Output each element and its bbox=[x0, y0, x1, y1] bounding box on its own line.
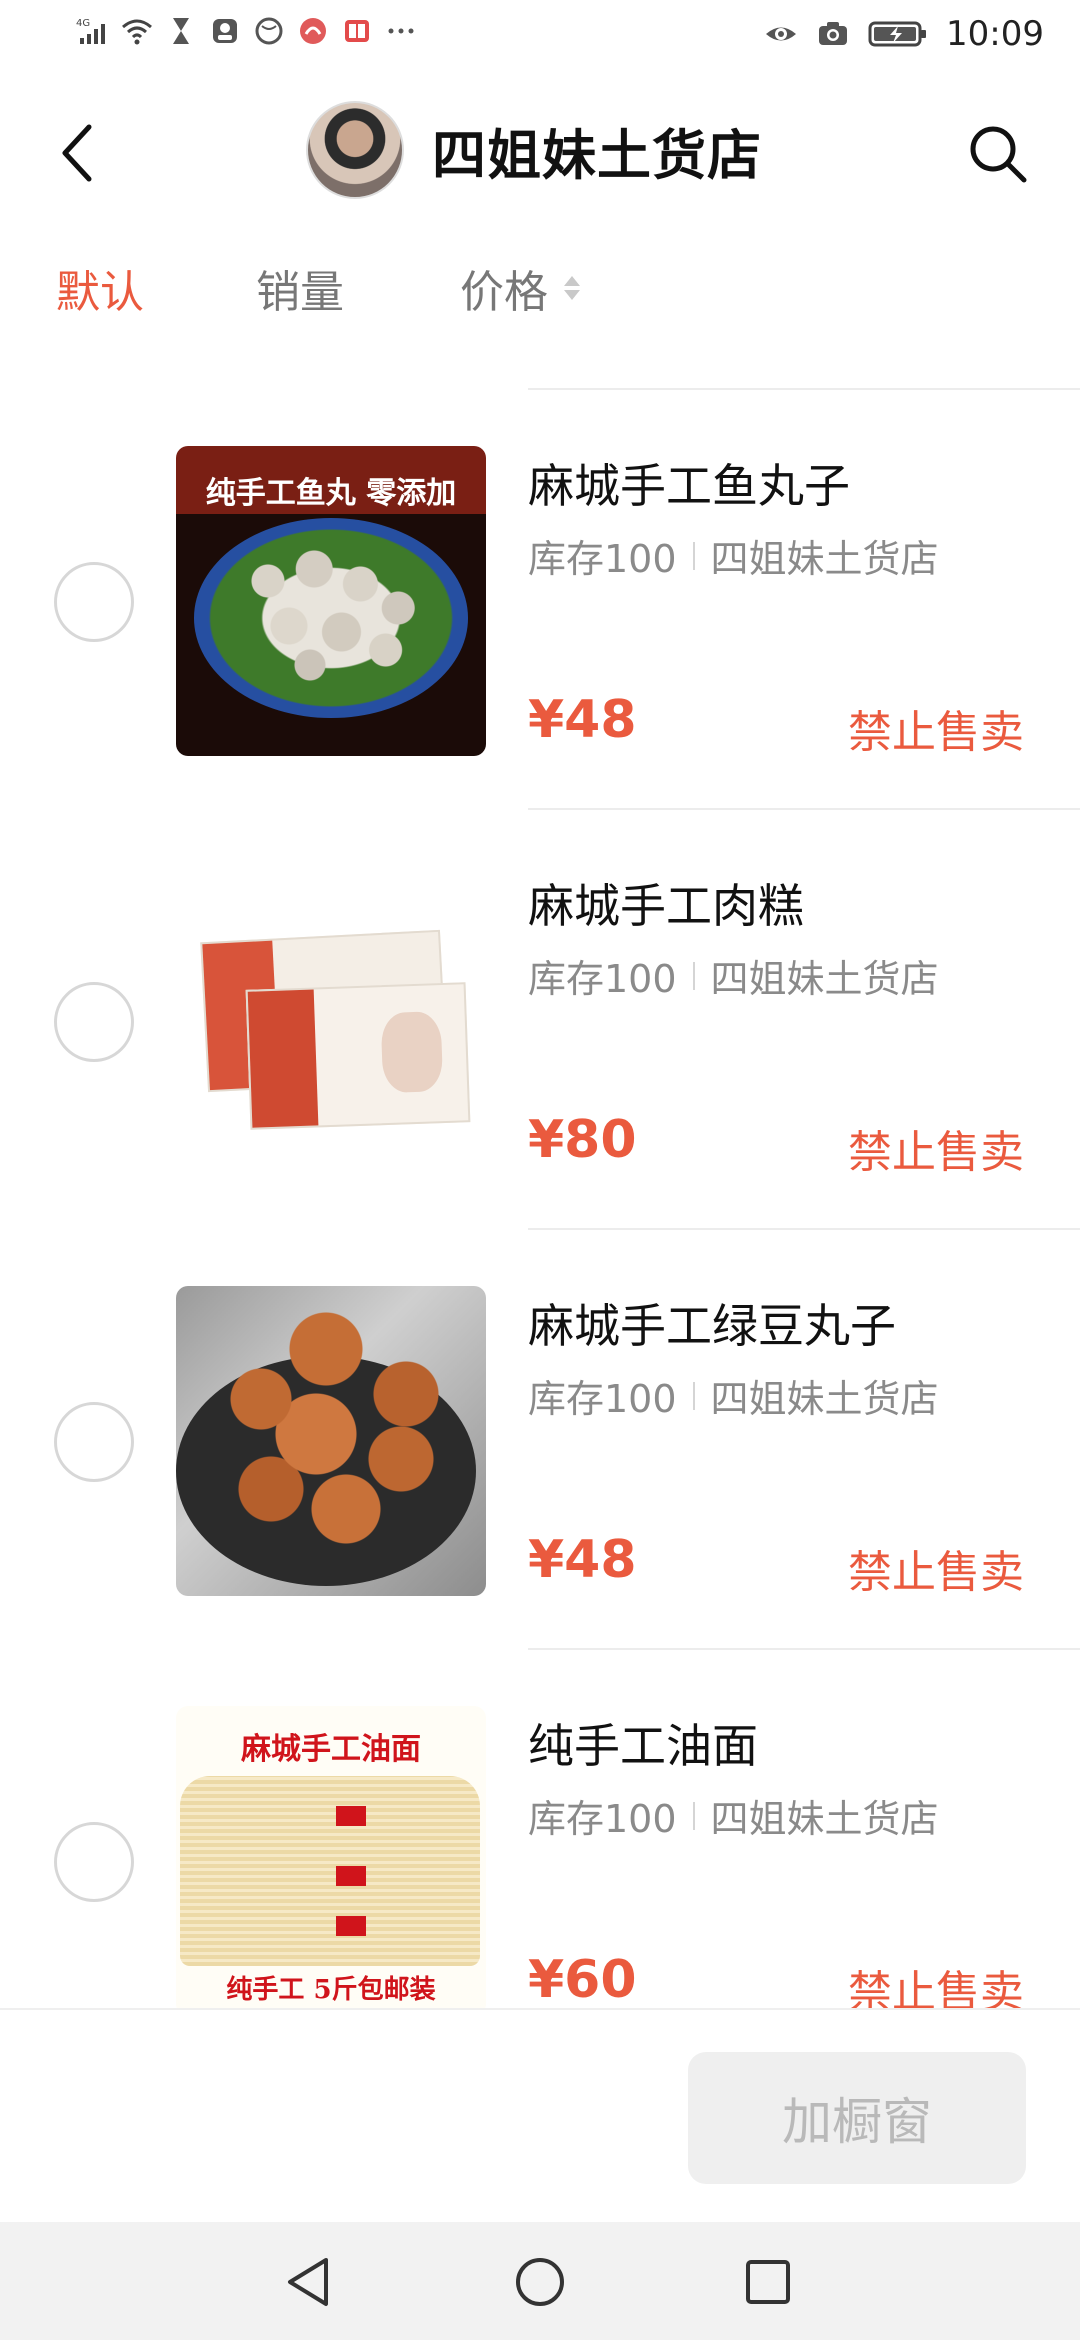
product-store: 四姐妹土货店 bbox=[710, 1377, 939, 1421]
signal-4g-icon: 4G bbox=[76, 14, 110, 48]
list-item[interactable]: 纯手工鱼丸 零添加 麻城手工鱼丸子 库存100 四姐妹土货店 ¥48 禁止售卖 bbox=[0, 390, 1080, 808]
select-radio[interactable] bbox=[54, 1822, 134, 1902]
camera-icon bbox=[816, 17, 850, 51]
account-icon bbox=[208, 14, 242, 48]
list-item[interactable]: 麻城手工肉糕 库存100 四姐妹土货店 ¥80 禁止售卖 bbox=[0, 810, 1080, 1228]
product-price: ¥80 bbox=[528, 1110, 637, 1170]
forbid-sale-button[interactable]: 禁止售卖 bbox=[848, 1116, 1024, 1180]
store-header[interactable]: 四姐妹土货店 bbox=[306, 100, 762, 200]
tab-sales[interactable]: 销量 bbox=[256, 256, 344, 320]
add-to-window-button[interactable]: 加橱窗 bbox=[688, 2052, 1026, 2184]
status-left-icons: 4G bbox=[76, 14, 418, 48]
product-price: ¥48 bbox=[528, 690, 637, 750]
product-stock: 库存100 bbox=[528, 1797, 677, 1841]
product-store: 四姐妹土货店 bbox=[710, 1797, 939, 1841]
app-red-icon bbox=[296, 14, 330, 48]
back-button[interactable] bbox=[50, 118, 104, 188]
wifi-icon bbox=[120, 14, 154, 48]
product-name[interactable]: 纯手工油面 bbox=[528, 1710, 758, 1776]
product-stock: 库存100 bbox=[528, 1377, 677, 1421]
store-title: 四姐妹土货店 bbox=[432, 123, 762, 187]
square-recent-icon bbox=[746, 2260, 790, 2304]
globe-icon bbox=[252, 14, 286, 48]
more-icon bbox=[384, 14, 418, 48]
product-name[interactable]: 麻城手工鱼丸子 bbox=[528, 450, 850, 516]
eye-icon bbox=[764, 17, 798, 51]
product-price: ¥60 bbox=[528, 1950, 637, 2008]
header: 四姐妹土货店 bbox=[0, 80, 1080, 220]
meta-divider bbox=[692, 1381, 695, 1410]
forbid-sale-button[interactable]: 禁止售卖 bbox=[848, 1956, 1024, 2008]
system-nav-bar bbox=[0, 2222, 1080, 2340]
book-icon bbox=[340, 14, 374, 48]
forbid-sale-button[interactable]: 禁止售卖 bbox=[848, 696, 1024, 760]
nav-recent-button[interactable] bbox=[738, 2252, 798, 2312]
hourglass-icon bbox=[164, 14, 198, 48]
chevron-left-icon bbox=[62, 124, 92, 182]
tab-price[interactable]: 价格 bbox=[460, 256, 580, 320]
search-button[interactable] bbox=[960, 116, 1036, 192]
product-store: 四姐妹土货店 bbox=[710, 957, 939, 1001]
select-radio[interactable] bbox=[54, 1402, 134, 1482]
forbid-sale-button[interactable]: 禁止售卖 bbox=[848, 1536, 1024, 1600]
product-name[interactable]: 麻城手工肉糕 bbox=[528, 870, 804, 936]
tab-default[interactable]: 默认 bbox=[56, 256, 144, 320]
product-image[interactable] bbox=[176, 1286, 486, 1596]
nav-back-button[interactable] bbox=[280, 2252, 340, 2312]
select-radio[interactable] bbox=[54, 562, 134, 642]
product-name[interactable]: 麻城手工绿豆丸子 bbox=[528, 1290, 896, 1356]
bottom-action-bar: 加橱窗 bbox=[0, 2008, 1080, 2222]
search-icon bbox=[970, 126, 1027, 183]
product-store: 四姐妹土货店 bbox=[710, 537, 939, 581]
status-time: 10:09 bbox=[946, 14, 1044, 54]
product-meta: 库存100 四姐妹土货店 bbox=[528, 1368, 939, 1423]
tab-price-label: 价格 bbox=[460, 267, 548, 318]
product-image[interactable]: 纯手工鱼丸 零添加 bbox=[176, 446, 486, 756]
product-price: ¥48 bbox=[528, 1530, 637, 1590]
product-image-subtext: 纯手工 5斤包邮装 bbox=[226, 1975, 436, 2005]
svg-text:4G: 4G bbox=[76, 18, 90, 29]
sort-arrows-icon bbox=[564, 276, 580, 300]
product-image-text: 麻城手工油面 bbox=[241, 1732, 421, 1767]
meta-divider bbox=[692, 541, 695, 570]
meta-divider bbox=[692, 1801, 695, 1830]
triangle-back-icon bbox=[288, 2258, 328, 2306]
product-meta: 库存100 四姐妹土货店 bbox=[528, 1788, 939, 1843]
product-meta: 库存100 四姐妹土货店 bbox=[528, 528, 939, 583]
product-stock: 库存100 bbox=[528, 957, 677, 1001]
status-right-icons: 10:09 bbox=[764, 14, 1044, 54]
avatar[interactable] bbox=[306, 101, 404, 199]
product-list[interactable]: 纯手工鱼丸 零添加 麻城手工鱼丸子 库存100 四姐妹土货店 ¥48 禁止售卖 … bbox=[0, 388, 1080, 2008]
list-item[interactable]: 麻城手工油面 纯手工 5斤包邮装 纯手工油面 库存100 四姐妹土货店 ¥60 … bbox=[0, 1650, 1080, 2008]
sort-tabs: 默认 销量 价格 bbox=[0, 250, 1080, 330]
nav-home-button[interactable] bbox=[510, 2252, 570, 2312]
product-image-text: 纯手工鱼丸 零添加 bbox=[205, 476, 457, 511]
battery-icon bbox=[868, 17, 928, 51]
product-meta: 库存100 四姐妹土货店 bbox=[528, 948, 939, 1003]
circle-home-icon bbox=[516, 2258, 564, 2306]
page: 4G 10:09 四姐妹土货店 默认 销量 价格 纯手工鱼丸 零添加 麻城手工鱼… bbox=[0, 0, 1080, 2340]
status-bar: 4G 10:09 bbox=[0, 0, 1080, 72]
product-stock: 库存100 bbox=[528, 537, 677, 581]
product-image[interactable]: 麻城手工油面 纯手工 5斤包邮装 bbox=[176, 1706, 486, 2008]
product-image[interactable] bbox=[176, 866, 486, 1176]
select-radio[interactable] bbox=[54, 982, 134, 1062]
list-item[interactable]: 麻城手工绿豆丸子 库存100 四姐妹土货店 ¥48 禁止售卖 bbox=[0, 1230, 1080, 1648]
meta-divider bbox=[692, 961, 695, 990]
